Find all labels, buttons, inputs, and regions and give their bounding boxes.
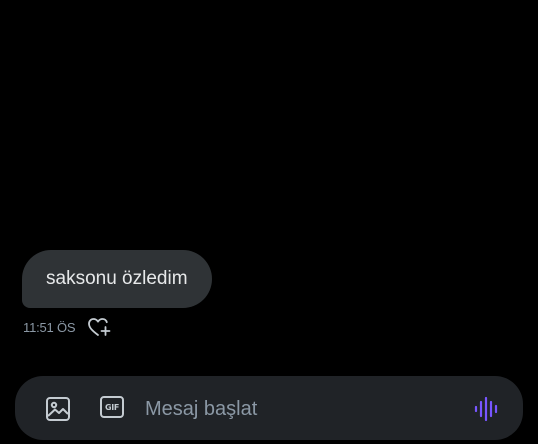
conversation-thread: saksonu özledim 11:51 ÖS: [0, 0, 538, 370]
gif-label: GIF: [100, 396, 124, 418]
message-text: saksonu özledim: [46, 268, 188, 289]
heart-plus-icon[interactable]: [87, 316, 111, 338]
message-bubble[interactable]: saksonu özledim: [22, 250, 212, 308]
gif-icon[interactable]: GIF: [100, 396, 126, 420]
message-meta: 11:51 ÖS: [23, 316, 111, 338]
voice-waveform-icon[interactable]: [473, 396, 501, 422]
image-icon[interactable]: [45, 396, 71, 422]
message-input[interactable]: [145, 390, 445, 428]
message-composer: GIF: [15, 376, 523, 440]
message-timestamp: 11:51 ÖS: [23, 319, 76, 335]
